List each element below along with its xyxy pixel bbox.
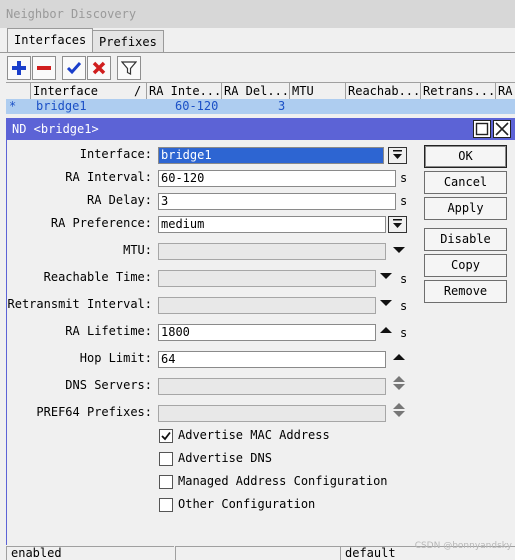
retransmit-interval-input[interactable] (158, 297, 376, 314)
column-header-interface[interactable]: Interface (30, 83, 148, 100)
sort-indicator-icon: / (134, 84, 142, 98)
ra-lifetime-label: RA Lifetime: (65, 324, 152, 338)
remove-button[interactable] (32, 56, 56, 80)
watermark-text: CSDN @bonnyandsky (414, 541, 512, 551)
interface-label: Interface: (79, 147, 152, 161)
chevron-down-icon (393, 150, 402, 159)
managed-address-config-label: Managed Address Configuration (178, 474, 388, 488)
ok-button[interactable]: OK (424, 145, 507, 168)
advertise-mac-checkbox[interactable] (159, 429, 173, 443)
advertise-mac-label: Advertise MAC Address (178, 428, 330, 442)
dns-servers-label: DNS Servers: (65, 378, 152, 392)
tab-bar: Interfaces Prefixes (0, 28, 515, 53)
mtu-label: MTU: (123, 243, 152, 257)
ra-preference-select[interactable]: medium (158, 216, 386, 233)
interface-select[interactable]: bridge1 (158, 147, 384, 164)
close-button[interactable] (493, 120, 511, 138)
ra-interval-input[interactable]: 60-120 (158, 170, 396, 187)
chevron-down-icon (393, 219, 402, 228)
cell-ra-interval: 60-120 (175, 99, 219, 113)
ra-delay-unit: s (400, 194, 408, 208)
reachable-time-input[interactable] (158, 270, 376, 287)
disable-item-button[interactable]: Disable (424, 228, 507, 251)
reachable-time-unit: s (400, 272, 408, 286)
ra-interval-unit: s (400, 171, 408, 185)
hop-limit-collapse-icon[interactable] (393, 354, 405, 360)
retransmit-interval-expand-icon[interactable] (380, 300, 392, 306)
dialog-title-bar: ND <bridge1> (6, 118, 515, 140)
apply-button[interactable]: Apply (424, 197, 507, 220)
close-icon (495, 122, 509, 136)
managed-address-config-checkbox[interactable] (159, 475, 173, 489)
tab-prefixes[interactable]: Prefixes (92, 30, 164, 53)
column-header-retransmit[interactable]: Retrans... (420, 83, 495, 100)
ra-lifetime-unit: s (400, 326, 408, 340)
pref64-prefixes-add-icon[interactable] (393, 411, 405, 417)
checkmark-icon (161, 431, 171, 441)
check-icon (66, 62, 82, 75)
column-header-ra-delay[interactable]: RA Del... (221, 83, 288, 100)
maximize-icon (475, 122, 489, 136)
maximize-button[interactable] (473, 120, 491, 138)
dns-servers-add-icon[interactable] (393, 384, 405, 390)
toolbar (0, 52, 515, 83)
ra-preference-dropdown-button[interactable] (388, 216, 407, 233)
cell-ra-delay: 3 (278, 99, 286, 113)
ra-delay-label: RA Delay: (86, 193, 152, 207)
window-title: Neighbor Discovery (6, 7, 137, 21)
plus-icon (12, 61, 26, 75)
retransmit-interval-unit: s (400, 299, 408, 313)
cell-interface: bridge1 (36, 99, 87, 113)
interface-select-value: bridge1 (159, 148, 383, 163)
retransmit-interval-label: Retransmit Interval: (7, 297, 153, 311)
filter-button[interactable] (117, 56, 141, 80)
status-middle (175, 546, 340, 560)
tab-interfaces[interactable]: Interfaces (7, 28, 94, 53)
mtu-input[interactable] (158, 243, 386, 260)
copy-button[interactable]: Copy (424, 254, 507, 277)
hop-limit-label: Hop Limit: (79, 351, 152, 365)
cancel-button[interactable]: Cancel (424, 171, 507, 194)
disable-button[interactable] (87, 56, 111, 80)
ra-preference-label: RA Preference: (50, 216, 152, 230)
filter-icon (121, 61, 137, 75)
pref64-prefixes-input[interactable] (158, 405, 386, 422)
dns-servers-remove-icon[interactable] (393, 376, 405, 382)
interface-dropdown-button[interactable] (388, 147, 407, 164)
ra-interval-label: RA Interval: (65, 170, 152, 184)
row-marker: * (9, 99, 17, 113)
column-header-ra-interval[interactable]: RA Inte... (146, 83, 220, 100)
reachable-time-label: Reachable Time: (43, 270, 152, 284)
window-title-bar: Neighbor Discovery (0, 0, 515, 28)
remove-item-button[interactable]: Remove (424, 280, 507, 303)
advertise-dns-label: Advertise DNS (178, 451, 272, 465)
column-header-mtu[interactable]: MTU (289, 83, 344, 100)
column-header-ra[interactable]: RA (495, 83, 515, 100)
column-header-reachable[interactable]: Reachab... (345, 83, 419, 100)
dns-servers-input[interactable] (158, 378, 386, 395)
ra-lifetime-input[interactable]: 1800 (158, 324, 376, 341)
advertise-dns-checkbox[interactable] (159, 452, 173, 466)
add-button[interactable] (7, 56, 31, 80)
cross-icon (92, 61, 106, 75)
other-config-label: Other Configuration (178, 497, 316, 511)
pref64-prefixes-remove-icon[interactable] (393, 403, 405, 409)
hop-limit-input[interactable]: 64 (158, 351, 386, 368)
dialog-title: ND <bridge1> (12, 122, 99, 136)
minus-icon (37, 66, 51, 70)
pref64-prefixes-label: PREF64 Prefixes: (36, 405, 152, 419)
ra-delay-input[interactable]: 3 (158, 193, 396, 210)
enable-button[interactable] (62, 56, 86, 80)
table-row[interactable]: * bridge1 60-120 3 (6, 99, 515, 114)
status-enabled: enabled (6, 546, 174, 560)
reachable-time-expand-icon[interactable] (380, 273, 392, 279)
ra-lifetime-collapse-icon[interactable] (380, 327, 392, 333)
mtu-expand-icon[interactable] (393, 247, 405, 253)
other-config-checkbox[interactable] (159, 498, 173, 512)
